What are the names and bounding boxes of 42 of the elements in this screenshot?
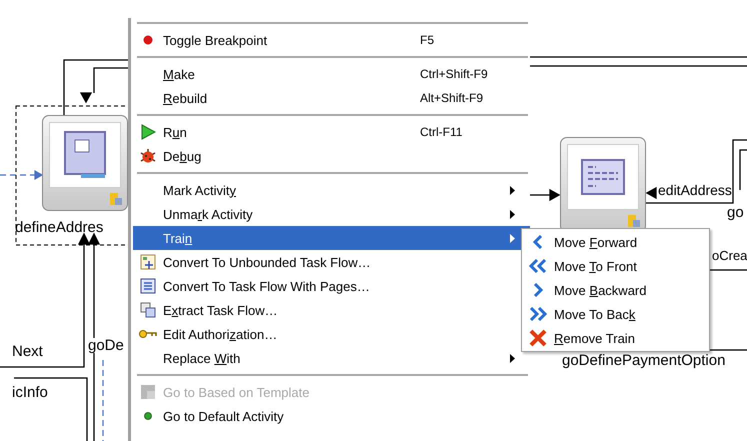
breakpoint-icon: [143, 35, 153, 45]
edge-label: editAddress: [658, 183, 732, 197]
dashed-connector: [0, 170, 44, 180]
extract-icon: [140, 302, 156, 318]
double-chevron-right-icon: [528, 307, 548, 321]
menu-item[interactable]: Go to Default Activity: [133, 404, 530, 428]
document-badge-icon: [109, 192, 123, 206]
double-chevron-left-icon: [528, 259, 548, 273]
connector-arrow: [530, 188, 560, 202]
menu-item[interactable]: Debug: [133, 144, 530, 168]
close-icon: [529, 329, 547, 347]
menu-item[interactable]: Toggle Breakpoint F5: [133, 28, 530, 52]
menu-item[interactable]: Unmark Activity: [133, 202, 530, 226]
edge-label: go: [727, 205, 744, 220]
page-icon: [63, 130, 107, 180]
menu-item[interactable]: Rebuild Alt+Shift-F9: [133, 86, 530, 110]
bullet-icon: [144, 412, 152, 420]
ladybug-icon: [140, 148, 156, 164]
chevron-right-icon: [532, 283, 544, 297]
document-badge-icon: [627, 214, 641, 228]
task-flow-icon: [140, 254, 156, 270]
node-label: defineAddres: [15, 219, 104, 236]
connector-arrow: [80, 67, 130, 104]
template-icon: [140, 384, 156, 400]
chevron-left-icon: [532, 235, 544, 249]
menu-item[interactable]: Make Ctrl+Shift-F9: [133, 62, 530, 86]
connector-line: [708, 349, 747, 351]
menu-item[interactable]: Mark Activity: [133, 178, 530, 202]
menu-item[interactable]: Run Ctrl-F11: [133, 120, 530, 144]
edge-label: Next: [12, 344, 43, 359]
connector-line: [739, 149, 747, 190]
activity-node[interactable]: [42, 115, 128, 211]
edge-label: oCrea: [712, 249, 747, 262]
page-list-icon: [140, 278, 156, 294]
view-icon: [580, 158, 626, 196]
key-icon: [139, 329, 157, 339]
menu-item[interactable]: Train: [133, 226, 530, 250]
connector-line: [63, 59, 130, 115]
edge-label: icInfo: [12, 385, 48, 400]
edge-label: goDe: [88, 338, 124, 353]
edge-label: goDefinePaymentOption: [562, 353, 726, 368]
play-icon: [140, 124, 156, 140]
